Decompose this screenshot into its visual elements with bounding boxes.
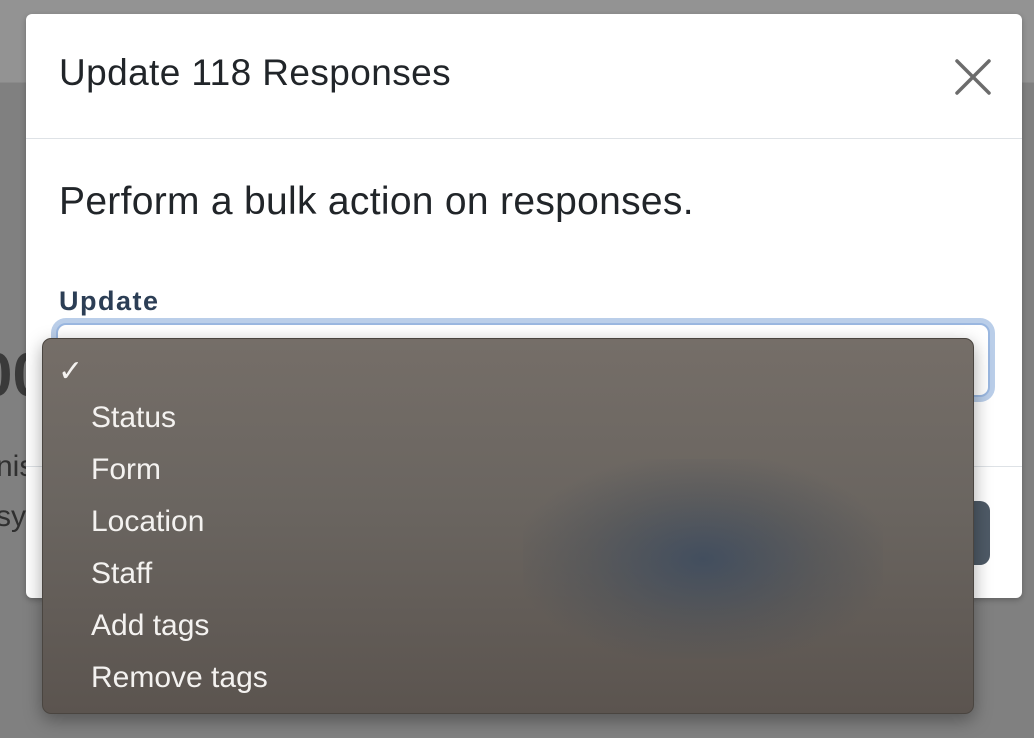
dropdown-option-label: Location (91, 505, 205, 538)
close-icon (955, 59, 991, 95)
modal-description: Perform a bulk action on responses. (59, 180, 694, 223)
dropdown-option-remove-tags[interactable]: Remove tags (43, 653, 973, 703)
dropdown-option-form[interactable]: Form (43, 445, 973, 495)
update-field-label: Update (59, 286, 160, 316)
dropdown-option-empty[interactable]: ✓ (43, 347, 973, 397)
update-select-dropdown: ✓ Status Form Location Staff Add tags Re… (42, 338, 974, 714)
dropdown-option-add-tags[interactable]: Add tags (43, 601, 973, 651)
modal-title: Update 118 Responses (59, 52, 451, 93)
dropdown-option-label: Remove tags (91, 661, 268, 694)
dropdown-option-label: Add tags (91, 609, 210, 642)
close-button[interactable] (952, 56, 994, 98)
dropdown-option-location[interactable]: Location (43, 497, 973, 547)
dropdown-option-label: Status (91, 401, 177, 434)
background-text-fragment: sy (0, 500, 26, 533)
dropdown-option-status[interactable]: Status (43, 393, 973, 443)
dropdown-option-label: Staff (91, 557, 153, 590)
dropdown-option-label: Form (91, 453, 161, 486)
dropdown-option-staff[interactable]: Staff (43, 549, 973, 599)
checkmark-icon: ✓ (58, 355, 84, 388)
modal-header: Update 118 Responses (26, 14, 1022, 139)
